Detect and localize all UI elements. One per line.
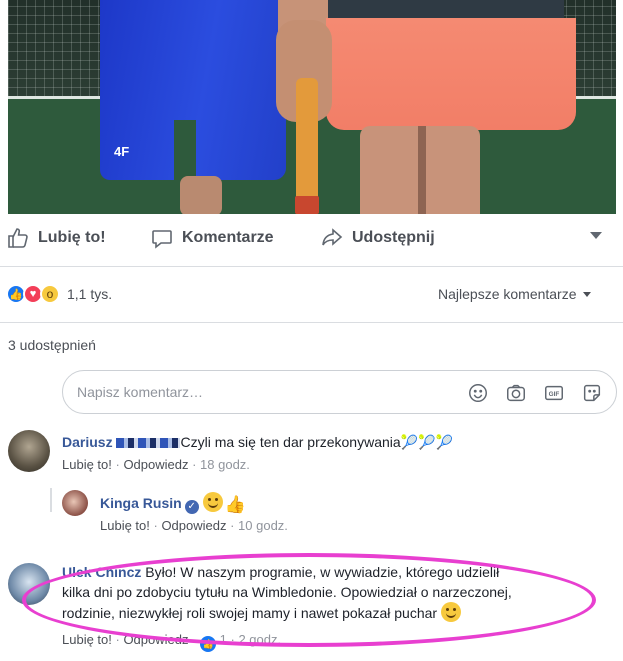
wow-icon: o: [40, 284, 60, 304]
legs-shadow: [418, 126, 426, 214]
reply-body: Kinga Rusin ✓ 👍: [100, 492, 246, 515]
comment-reply-link[interactable]: Odpowiedz: [123, 632, 188, 647]
sticker-icon[interactable]: [581, 382, 603, 404]
comment-body: Ulek Chincz Było! W naszym programie, w …: [62, 562, 602, 623]
comment-like-link[interactable]: Lubię to!: [62, 457, 112, 472]
comment-author[interactable]: Dariusz: [62, 434, 113, 450]
comment-time[interactable]: 10 godz.: [238, 518, 288, 533]
like-label: Lubię to!: [38, 229, 106, 246]
racket-butt: [295, 196, 319, 214]
comment-like-link[interactable]: Lubię to!: [100, 518, 150, 533]
coral-skirt: [326, 18, 576, 130]
comment-text-line: rodzinie, niezwykłej roli swojej mamy i …: [62, 605, 438, 621]
like-button[interactable]: Lubię to!: [6, 226, 106, 250]
verified-badge-icon: ✓: [184, 500, 199, 514]
divider: [0, 322, 623, 323]
comment-text-line: kilka dni po zdobyciu tytułu na Wimbledo…: [62, 584, 512, 600]
comment-meta: Lubię to! · Odpowiedz · 10 godz.: [100, 518, 288, 533]
smile-emoji-icon: [440, 602, 461, 622]
post-action-bar: Lubię to! Komentarze Udostępnij: [0, 220, 623, 260]
more-options-icon[interactable]: [590, 232, 602, 239]
comment-meta: Lubię to! · Odpowiedz · 👍 1 · 2 godz.: [62, 632, 281, 652]
thumbs-up-emoji-icon: 👍: [224, 495, 246, 514]
comment-time[interactable]: 2 godz.: [238, 632, 281, 647]
shorts-gap: [174, 120, 196, 184]
comment-text: Czyli ma się ten dar przekonywania: [180, 434, 401, 450]
avatar[interactable]: [8, 430, 50, 472]
comment-composer: GIF: [62, 370, 617, 414]
comment-label: Komentarze: [182, 229, 274, 246]
avatar[interactable]: [62, 490, 88, 516]
share-label: Udostępnij: [352, 229, 435, 246]
share-button[interactable]: Udostępnij: [320, 226, 435, 250]
comment-bubble-icon: [152, 230, 172, 249]
leg: [180, 176, 222, 214]
comment-meta: Lubię to! · Odpowiedz · 18 godz.: [62, 457, 250, 472]
svg-text:GIF: GIF: [549, 391, 560, 398]
like-icon: 👍: [200, 636, 217, 652]
comment-like-link[interactable]: Lubię to!: [62, 632, 112, 647]
shorts-logo: 4F: [114, 144, 130, 159]
share-count[interactable]: 3 udostępnień: [8, 337, 96, 353]
tennis-racket-icon: 🎾🎾🎾: [400, 434, 453, 450]
comment-author[interactable]: Ulek Chincz: [62, 564, 141, 580]
emoji-icon[interactable]: [467, 382, 489, 404]
comment-like-count[interactable]: 1: [220, 632, 227, 647]
chevron-down-icon: [582, 291, 591, 297]
avatar[interactable]: [8, 563, 50, 605]
comment-sort-dropdown[interactable]: Najlepsze komentarze: [438, 286, 591, 302]
reactions-summary[interactable]: 👍 ♥ o 1,1 tys.: [6, 284, 112, 304]
comment-time[interactable]: 18 godz.: [200, 457, 250, 472]
thumbs-up-icon: [8, 228, 28, 248]
gif-icon[interactable]: GIF: [543, 382, 565, 404]
comment-text-line: Było! W naszym programie, w wywiadzie, k…: [145, 564, 500, 580]
racket-handle: [296, 78, 318, 214]
reaction-count: 1,1 tys.: [67, 286, 113, 302]
comment-button[interactable]: Komentarze: [150, 226, 274, 250]
censored-surname: [116, 438, 181, 449]
comment-reply-link[interactable]: Odpowiedz: [161, 518, 226, 533]
comment-input[interactable]: [77, 381, 457, 403]
smile-emoji-icon: [202, 492, 223, 512]
camera-icon[interactable]: [505, 382, 527, 404]
post-photo[interactable]: 4F: [8, 0, 616, 214]
divider: [0, 266, 623, 267]
sort-label: Najlepsze komentarze: [438, 286, 577, 302]
comment-body: Dariusz Czyli ma się ten dar przekonywan…: [62, 432, 453, 452]
share-arrow-icon: [322, 228, 343, 246]
comment-reply-link[interactable]: Odpowiedz: [123, 457, 188, 472]
reply-thread-line: [50, 488, 52, 512]
comment-author[interactable]: Kinga Rusin: [100, 495, 182, 511]
